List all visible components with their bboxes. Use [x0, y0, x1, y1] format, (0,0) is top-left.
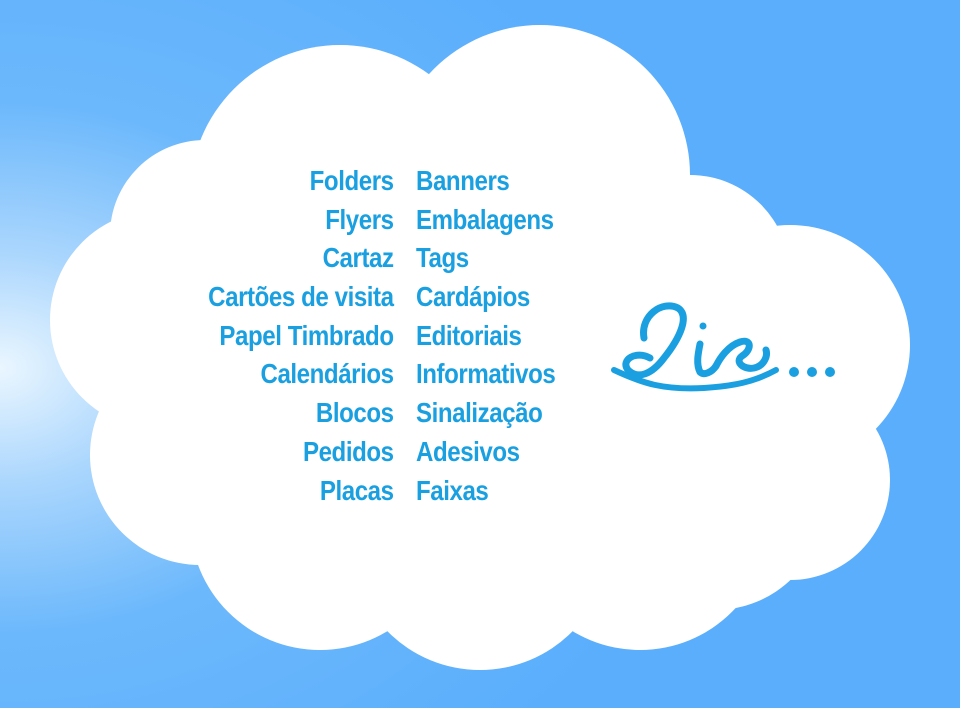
service-item: Papel Timbrado [219, 319, 395, 351]
service-item: Editoriais [416, 319, 522, 351]
service-item: Blocos [316, 397, 394, 429]
service-item: Tags [416, 242, 469, 274]
service-item: Pedidos [303, 435, 394, 467]
lis-logo [611, 302, 835, 392]
service-item: Folders [310, 165, 394, 196]
service-item: Banners [416, 165, 510, 196]
service-item: Calendários [260, 358, 395, 390]
service-item: Cartões de visita [208, 281, 395, 313]
service-item: Informativos [416, 358, 556, 390]
services-list-left: Folders Flyers Cartaz Cartões de visita … [178, 162, 395, 510]
service-item: Cardápios [416, 281, 530, 313]
service-item: Adesivos [416, 435, 520, 467]
service-item: Embalagens [416, 203, 554, 235]
service-item: Sinalização [416, 397, 543, 429]
services-list-right: Banners Embalagens Tags Cardápios Editor… [416, 162, 578, 510]
service-item: Cartaz [322, 242, 394, 274]
service-item: Flyers [325, 203, 395, 235]
service-item: Placas [320, 474, 394, 506]
service-item: Faixas [416, 474, 489, 506]
